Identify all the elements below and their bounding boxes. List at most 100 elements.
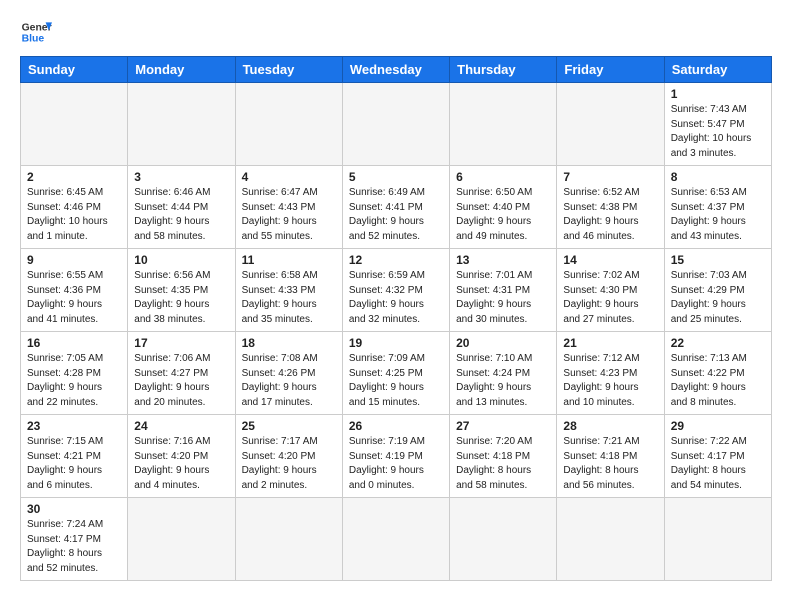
day-number: 22 <box>671 336 765 350</box>
day-info: Sunrise: 7:15 AM Sunset: 4:21 PM Dayligh… <box>27 435 121 493</box>
day-info: Sunrise: 7:05 AM Sunset: 4:28 PM Dayligh… <box>27 352 121 410</box>
calendar-day-cell <box>21 83 128 166</box>
day-info: Sunrise: 6:50 AM Sunset: 4:40 PM Dayligh… <box>456 186 550 244</box>
calendar-day-cell: 23 Sunrise: 7:15 AM Sunset: 4:21 PM Dayli… <box>21 415 128 498</box>
svg-text:Blue: Blue <box>22 34 45 45</box>
day-info: Sunrise: 6:49 AM Sunset: 4:41 PM Dayligh… <box>349 186 443 244</box>
day-info: Sunrise: 7:13 AM Sunset: 4:22 PM Dayligh… <box>671 352 765 410</box>
day-info: Sunrise: 6:45 AM Sunset: 4:46 PM Dayligh… <box>27 186 121 244</box>
calendar-day-cell <box>557 498 664 581</box>
day-info: Sunrise: 7:17 AM Sunset: 4:20 PM Dayligh… <box>242 435 336 493</box>
day-of-week-header: Tuesday <box>235 57 342 83</box>
day-number: 27 <box>456 419 550 433</box>
calendar-day-cell <box>235 498 342 581</box>
calendar-day-cell: 22 Sunrise: 7:13 AM Sunset: 4:22 PM Dayli… <box>664 332 771 415</box>
logo-icon: General Blue <box>20 16 52 48</box>
day-of-week-header: Wednesday <box>342 57 449 83</box>
calendar-day-cell: 7Sunrise: 6:52 AM Sunset: 4:38 PM Daylig… <box>557 166 664 249</box>
calendar-day-cell: 4Sunrise: 6:47 AM Sunset: 4:43 PM Daylig… <box>235 166 342 249</box>
calendar-week-row: 16 Sunrise: 7:05 AM Sunset: 4:28 PM Dayli… <box>21 332 772 415</box>
day-number: 16 <box>27 336 121 350</box>
day-info: Sunrise: 7:01 AM Sunset: 4:31 PM Dayligh… <box>456 269 550 327</box>
calendar-day-cell: 14Sunrise: 7:02 AM Sunset: 4:30 PM Dayli… <box>557 249 664 332</box>
day-info: Sunrise: 6:55 AM Sunset: 4:36 PM Dayligh… <box>27 269 121 327</box>
day-number: 28 <box>563 419 657 433</box>
day-info: Sunrise: 7:16 AM Sunset: 4:20 PM Dayligh… <box>134 435 228 493</box>
calendar-day-cell: 9 Sunrise: 6:55 AM Sunset: 4:36 PM Daylig… <box>21 249 128 332</box>
day-number: 29 <box>671 419 765 433</box>
calendar-day-cell <box>450 498 557 581</box>
day-info: Sunrise: 6:47 AM Sunset: 4:43 PM Dayligh… <box>242 186 336 244</box>
day-info: Sunrise: 7:10 AM Sunset: 4:24 PM Dayligh… <box>456 352 550 410</box>
day-info: Sunrise: 6:56 AM Sunset: 4:35 PM Dayligh… <box>134 269 228 327</box>
day-info: Sunrise: 7:09 AM Sunset: 4:25 PM Dayligh… <box>349 352 443 410</box>
day-number: 12 <box>349 253 443 267</box>
calendar-day-cell: 12Sunrise: 6:59 AM Sunset: 4:32 PM Dayli… <box>342 249 449 332</box>
day-number: 10 <box>134 253 228 267</box>
calendar-day-cell: 5 Sunrise: 6:49 AM Sunset: 4:41 PM Daylig… <box>342 166 449 249</box>
calendar-day-cell <box>342 498 449 581</box>
calendar-day-cell <box>342 83 449 166</box>
day-of-week-header: Friday <box>557 57 664 83</box>
day-info: Sunrise: 6:58 AM Sunset: 4:33 PM Dayligh… <box>242 269 336 327</box>
day-info: Sunrise: 7:12 AM Sunset: 4:23 PM Dayligh… <box>563 352 657 410</box>
calendar-day-cell: 15Sunrise: 7:03 AM Sunset: 4:29 PM Dayli… <box>664 249 771 332</box>
calendar-week-row: 30 Sunrise: 7:24 AM Sunset: 4:17 PM Dayli… <box>21 498 772 581</box>
day-number: 26 <box>349 419 443 433</box>
day-of-week-header: Saturday <box>664 57 771 83</box>
calendar-day-cell <box>450 83 557 166</box>
calendar-day-cell <box>664 498 771 581</box>
calendar-day-cell <box>128 498 235 581</box>
day-number: 24 <box>134 419 228 433</box>
calendar-day-cell: 24 Sunrise: 7:16 AM Sunset: 4:20 PM Dayli… <box>128 415 235 498</box>
day-info: Sunrise: 7:22 AM Sunset: 4:17 PM Dayligh… <box>671 435 765 493</box>
calendar-day-cell: 18Sunrise: 7:08 AM Sunset: 4:26 PM Dayli… <box>235 332 342 415</box>
calendar-day-cell: 27 Sunrise: 7:20 AM Sunset: 4:18 PM Dayli… <box>450 415 557 498</box>
calendar-day-cell: 3Sunrise: 6:46 AM Sunset: 4:44 PM Daylig… <box>128 166 235 249</box>
calendar-day-cell: 28 Sunrise: 7:21 AM Sunset: 4:18 PM Dayli… <box>557 415 664 498</box>
calendar-day-cell: 21Sunrise: 7:12 AM Sunset: 4:23 PM Dayli… <box>557 332 664 415</box>
day-number: 15 <box>671 253 765 267</box>
calendar-week-row: 2 Sunrise: 6:45 AM Sunset: 4:46 PM Daylig… <box>21 166 772 249</box>
day-info: Sunrise: 7:02 AM Sunset: 4:30 PM Dayligh… <box>563 269 657 327</box>
day-number: 6 <box>456 170 550 184</box>
day-number: 30 <box>27 502 121 516</box>
calendar-day-cell: 16 Sunrise: 7:05 AM Sunset: 4:28 PM Dayli… <box>21 332 128 415</box>
day-number: 11 <box>242 253 336 267</box>
day-number: 25 <box>242 419 336 433</box>
day-of-week-header: Thursday <box>450 57 557 83</box>
day-number: 13 <box>456 253 550 267</box>
day-info: Sunrise: 7:21 AM Sunset: 4:18 PM Dayligh… <box>563 435 657 493</box>
day-info: Sunrise: 7:43 AM Sunset: 5:47 PM Dayligh… <box>671 103 765 161</box>
day-info: Sunrise: 7:20 AM Sunset: 4:18 PM Dayligh… <box>456 435 550 493</box>
day-info: Sunrise: 6:46 AM Sunset: 4:44 PM Dayligh… <box>134 186 228 244</box>
calendar-day-cell: 1Sunrise: 7:43 AM Sunset: 5:47 PM Daylig… <box>664 83 771 166</box>
calendar-day-cell <box>128 83 235 166</box>
day-of-week-header: Sunday <box>21 57 128 83</box>
calendar-week-row: 1Sunrise: 7:43 AM Sunset: 5:47 PM Daylig… <box>21 83 772 166</box>
day-number: 17 <box>134 336 228 350</box>
calendar-day-cell: 17 Sunrise: 7:06 AM Sunset: 4:27 PM Dayli… <box>128 332 235 415</box>
calendar-day-cell: 13 Sunrise: 7:01 AM Sunset: 4:31 PM Dayli… <box>450 249 557 332</box>
calendar-week-row: 9 Sunrise: 6:55 AM Sunset: 4:36 PM Daylig… <box>21 249 772 332</box>
day-info: Sunrise: 7:24 AM Sunset: 4:17 PM Dayligh… <box>27 518 121 576</box>
calendar-day-cell: 25 Sunrise: 7:17 AM Sunset: 4:20 PM Dayli… <box>235 415 342 498</box>
day-number: 9 <box>27 253 121 267</box>
day-info: Sunrise: 7:06 AM Sunset: 4:27 PM Dayligh… <box>134 352 228 410</box>
day-number: 18 <box>242 336 336 350</box>
calendar-day-cell: 19Sunrise: 7:09 AM Sunset: 4:25 PM Dayli… <box>342 332 449 415</box>
calendar-day-cell: 20Sunrise: 7:10 AM Sunset: 4:24 PM Dayli… <box>450 332 557 415</box>
calendar-header-row: SundayMondayTuesdayWednesdayThursdayFrid… <box>21 57 772 83</box>
day-number: 2 <box>27 170 121 184</box>
day-info: Sunrise: 6:53 AM Sunset: 4:37 PM Dayligh… <box>671 186 765 244</box>
calendar-day-cell: 8Sunrise: 6:53 AM Sunset: 4:37 PM Daylig… <box>664 166 771 249</box>
day-info: Sunrise: 7:19 AM Sunset: 4:19 PM Dayligh… <box>349 435 443 493</box>
calendar-week-row: 23 Sunrise: 7:15 AM Sunset: 4:21 PM Dayli… <box>21 415 772 498</box>
day-number: 5 <box>349 170 443 184</box>
calendar-day-cell <box>235 83 342 166</box>
header: General Blue <box>20 16 772 48</box>
day-number: 23 <box>27 419 121 433</box>
calendar-table: SundayMondayTuesdayWednesdayThursdayFrid… <box>20 56 772 581</box>
calendar-day-cell: 11 Sunrise: 6:58 AM Sunset: 4:33 PM Dayli… <box>235 249 342 332</box>
calendar-day-cell: 30 Sunrise: 7:24 AM Sunset: 4:17 PM Dayli… <box>21 498 128 581</box>
